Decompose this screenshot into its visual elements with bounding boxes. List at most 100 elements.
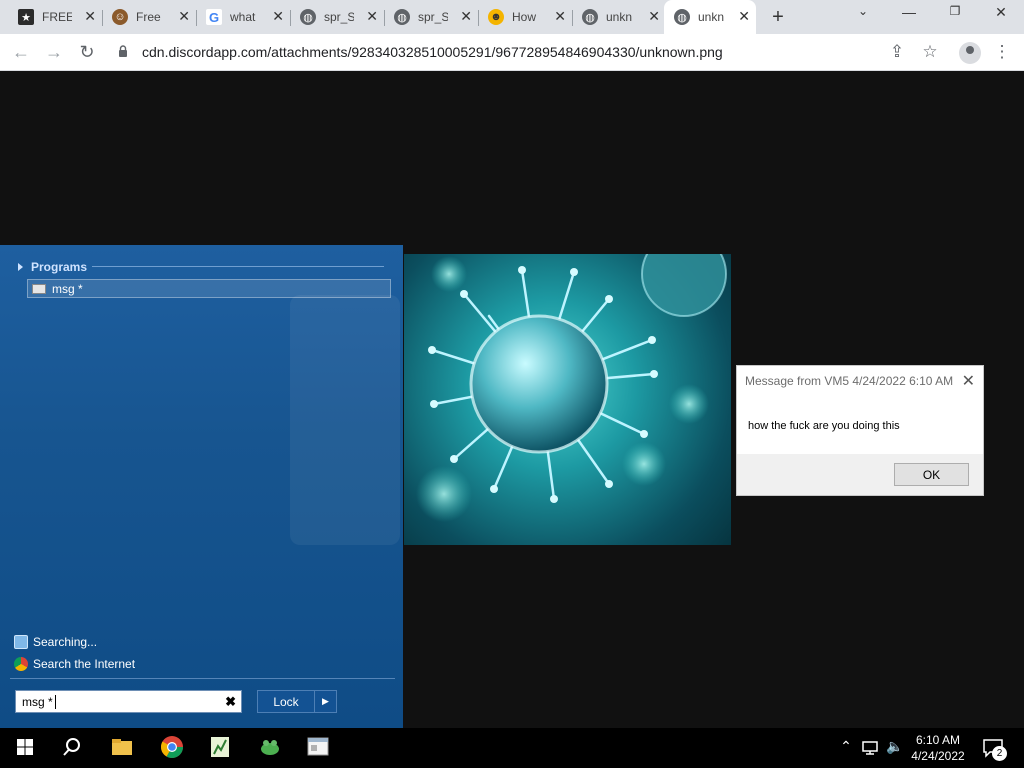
profile-avatar[interactable]	[959, 42, 981, 64]
tab-separator	[478, 10, 479, 26]
close-window-button[interactable]: ✕	[986, 4, 1016, 21]
volume-icon[interactable]: 🔈	[885, 738, 905, 755]
tab-separator	[196, 10, 197, 26]
search-files-icon	[14, 635, 28, 649]
clock-time: 6:10 AM	[915, 733, 961, 747]
dialog-message: how the fuck are you doing this	[748, 420, 900, 432]
forward-button[interactable]: →	[42, 42, 66, 63]
close-icon[interactable]: ✕	[366, 8, 378, 25]
chrome-icon	[14, 657, 28, 671]
spreadsheet-app-icon[interactable]	[207, 734, 233, 760]
browser-tab-strip: ★ FREE ✕ ☺ Free ✕ G what ✕ ◍ spr_S ✕ ◍ s…	[0, 0, 1024, 34]
google-icon: G	[206, 9, 222, 25]
search-internet-link[interactable]: Search the Internet	[14, 657, 135, 671]
emoji-icon: ☻	[488, 9, 504, 25]
virus-image	[404, 254, 731, 545]
browser-toolbar: ← → ↻ cdn.discordapp.com/attachments/928…	[0, 34, 1024, 71]
divider	[10, 678, 395, 679]
message-window-icon[interactable]	[305, 734, 331, 760]
tab-separator	[102, 10, 103, 26]
chrome-icon[interactable]	[159, 734, 185, 760]
new-tab-button[interactable]: +	[768, 6, 788, 29]
tab-title: spr_S	[418, 10, 448, 24]
search-icon[interactable]	[59, 734, 85, 760]
dialog-title: Message from VM5 4/24/2022 6:10 AM	[745, 374, 954, 388]
tab-title: How	[512, 10, 537, 24]
programs-header[interactable]: Programs	[18, 260, 87, 274]
start-menu-watermark	[290, 295, 400, 545]
avatar-icon: ☺	[112, 9, 128, 25]
taskbar: ⌃ 🔈 6:10 AM 4/24/2022 2	[0, 728, 1024, 768]
expand-arrow-icon	[18, 263, 23, 271]
message-dialog: Message from VM5 4/24/2022 6:10 AM ✕ how…	[736, 365, 984, 496]
divider	[92, 266, 384, 267]
tab-separator	[290, 10, 291, 26]
game-icon: ★	[18, 9, 34, 25]
close-icon[interactable]: ✕	[648, 8, 660, 25]
ok-button[interactable]: OK	[894, 463, 969, 486]
lock-button-label: Lock	[273, 694, 299, 709]
lock-icon[interactable]	[118, 45, 128, 57]
clock-date: 4/24/2022	[911, 749, 965, 763]
globe-icon: ◍	[394, 9, 410, 25]
browser-tab[interactable]: ☻ How ✕	[484, 4, 573, 30]
tab-title: Free	[136, 10, 161, 24]
browser-tab[interactable]: ☺ Free ✕	[108, 4, 197, 30]
dialog-footer: OK	[737, 454, 983, 495]
menu-kebab-icon[interactable]: ⋮	[991, 42, 1013, 62]
text-cursor	[54, 695, 60, 709]
start-search-input[interactable]: msg * ✖	[15, 690, 242, 713]
close-icon[interactable]: ✕	[554, 8, 566, 25]
tab-title: unkn	[698, 10, 725, 24]
notification-badge: 2	[992, 746, 1007, 761]
close-icon[interactable]: ✕	[84, 8, 96, 25]
bookmark-star-icon[interactable]: ☆	[919, 42, 941, 62]
tab-title: FREE	[42, 10, 72, 24]
tab-title: spr_S	[324, 10, 354, 24]
search-internet-label: Search the Internet	[33, 657, 136, 671]
close-icon[interactable]: ✕	[272, 8, 284, 25]
virus-illustration	[416, 254, 727, 522]
globe-icon: ◍	[582, 9, 598, 25]
chevron-up-icon[interactable]: ⌃	[836, 738, 856, 755]
close-icon[interactable]: ✕	[962, 371, 975, 391]
frog-app-icon[interactable]	[257, 734, 283, 760]
restore-button[interactable]: ❐	[940, 4, 970, 18]
file-explorer-icon[interactable]	[109, 734, 135, 760]
tab-search-icon[interactable]: ⌄	[848, 4, 878, 18]
browser-tab[interactable]: G what ✕	[202, 4, 291, 30]
share-icon[interactable]: ⇪	[886, 42, 908, 62]
search-input-value: msg *	[22, 695, 53, 709]
browser-tab[interactable]: ★ FREE ✕	[14, 4, 103, 30]
close-icon[interactable]: ✕	[178, 8, 190, 25]
program-result-item[interactable]: msg *	[27, 279, 391, 298]
back-button[interactable]: ←	[9, 42, 33, 63]
close-icon[interactable]: ✕	[738, 8, 750, 25]
programs-header-label: Programs	[31, 260, 88, 274]
action-center-button[interactable]: 2	[982, 738, 1007, 761]
browser-tab[interactable]: ◍ unkn ✕	[578, 4, 666, 30]
clear-search-icon[interactable]: ✖	[225, 694, 236, 710]
tab-title: what	[230, 10, 256, 24]
address-bar[interactable]: cdn.discordapp.com/attachments/928340328…	[142, 44, 723, 60]
tab-title: unkn	[606, 10, 633, 24]
minimize-button[interactable]: —	[894, 4, 924, 20]
tab-separator	[572, 10, 573, 26]
searching-label: Searching...	[33, 635, 98, 649]
system-clock[interactable]: 6:10 AM 4/24/2022	[905, 732, 971, 764]
globe-icon: ◍	[674, 9, 690, 25]
close-icon[interactable]: ✕	[460, 8, 472, 25]
windows-start-icon[interactable]	[12, 734, 38, 760]
program-result-label: msg *	[52, 281, 83, 296]
lock-button[interactable]: Lock ▶	[257, 690, 337, 713]
power-options-arrow-icon[interactable]: ▶	[314, 691, 336, 712]
searching-status: Searching...	[14, 635, 97, 649]
browser-tab[interactable]: ◍ spr_S ✕	[390, 4, 479, 30]
reload-button[interactable]: ↻	[75, 42, 99, 63]
globe-icon: ◍	[300, 9, 316, 25]
network-icon[interactable]	[861, 740, 879, 756]
program-window-icon	[32, 283, 46, 294]
browser-tab-active[interactable]: ◍ unkn ✕	[664, 0, 756, 34]
browser-tab[interactable]: ◍ spr_S ✕	[296, 4, 385, 30]
start-menu: Programs msg * Searching... Search the I…	[0, 245, 403, 728]
